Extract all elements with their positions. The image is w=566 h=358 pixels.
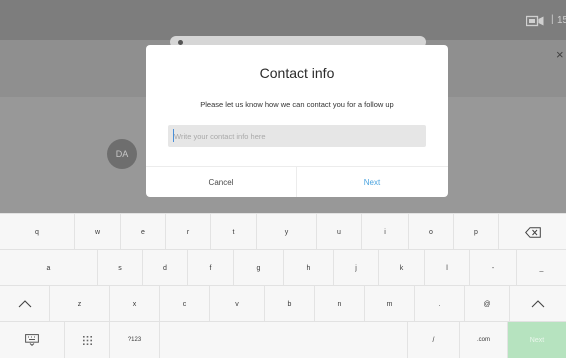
next-button[interactable]: Next [297, 167, 447, 197]
shift-icon [18, 300, 31, 308]
key-symbols[interactable]: ?123 [110, 322, 160, 358]
key-n[interactable]: n [315, 286, 365, 322]
avatar: DA [107, 139, 137, 169]
key-shift-left[interactable] [0, 286, 50, 322]
key-space[interactable] [160, 322, 408, 358]
key-q[interactable]: q [0, 214, 75, 250]
grid-icon [82, 335, 92, 345]
key-backspace[interactable] [499, 214, 566, 250]
key-hide-keyboard[interactable] [0, 322, 65, 358]
keyboard-row-2: a s d f g h j k l - _ [0, 249, 566, 286]
key-o[interactable]: o [409, 214, 454, 250]
keyboard-hide-icon [25, 334, 39, 346]
key-y[interactable]: y [257, 214, 317, 250]
key-m[interactable]: m [365, 286, 415, 322]
background-topbar [0, 0, 566, 40]
key-next[interactable]: Next [508, 322, 566, 358]
key-j[interactable]: j [334, 250, 379, 286]
status-separator: | [551, 14, 554, 25]
dialog-message: Please let us know how we can contact yo… [200, 100, 394, 109]
key-at[interactable]: @ [465, 286, 510, 322]
key-b[interactable]: b [265, 286, 315, 322]
cancel-button[interactable]: Cancel [146, 167, 296, 197]
key-x[interactable]: x [110, 286, 160, 322]
key-period[interactable]: . [415, 286, 465, 322]
contact-info-dialog: Contact info Please let us know how we c… [146, 45, 448, 197]
contact-info-input[interactable] [168, 125, 426, 147]
key-s[interactable]: s [98, 250, 143, 286]
key-t[interactable]: t [211, 214, 257, 250]
key-k[interactable]: k [379, 250, 425, 286]
key-underscore[interactable]: _ [517, 250, 566, 286]
dialog-title: Contact info [259, 65, 335, 81]
key-dotcom[interactable]: .com [460, 322, 508, 358]
text-caret [173, 129, 174, 142]
key-c[interactable]: c [160, 286, 210, 322]
key-u[interactable]: u [317, 214, 362, 250]
backspace-icon [524, 226, 541, 238]
key-v[interactable]: v [210, 286, 265, 322]
shift-icon [531, 300, 545, 308]
key-emoji-grid[interactable] [65, 322, 110, 358]
key-w[interactable]: w [75, 214, 121, 250]
key-h[interactable]: h [284, 250, 334, 286]
camera-icon [526, 15, 544, 27]
key-g[interactable]: g [234, 250, 284, 286]
key-hyphen[interactable]: - [470, 250, 517, 286]
keyboard-row-1: q w e r t y u i o p [0, 213, 566, 250]
on-screen-keyboard: q w e r t y u i o p a s d f g h j k l - … [0, 213, 566, 358]
status-clock: 15:3 [557, 15, 566, 26]
key-slash[interactable]: / [408, 322, 460, 358]
keyboard-row-4: ?123 / .com Next [0, 321, 566, 358]
key-p[interactable]: p [454, 214, 499, 250]
key-l[interactable]: l [425, 250, 470, 286]
key-i[interactable]: i [362, 214, 409, 250]
close-icon[interactable]: × [556, 47, 564, 62]
key-f[interactable]: f [188, 250, 234, 286]
key-shift-right[interactable] [510, 286, 566, 322]
key-a[interactable]: a [0, 250, 98, 286]
key-r[interactable]: r [166, 214, 211, 250]
key-d[interactable]: d [143, 250, 188, 286]
keyboard-row-3: z x c v b n m . @ [0, 285, 566, 322]
key-z[interactable]: z [50, 286, 110, 322]
key-e[interactable]: e [121, 214, 166, 250]
